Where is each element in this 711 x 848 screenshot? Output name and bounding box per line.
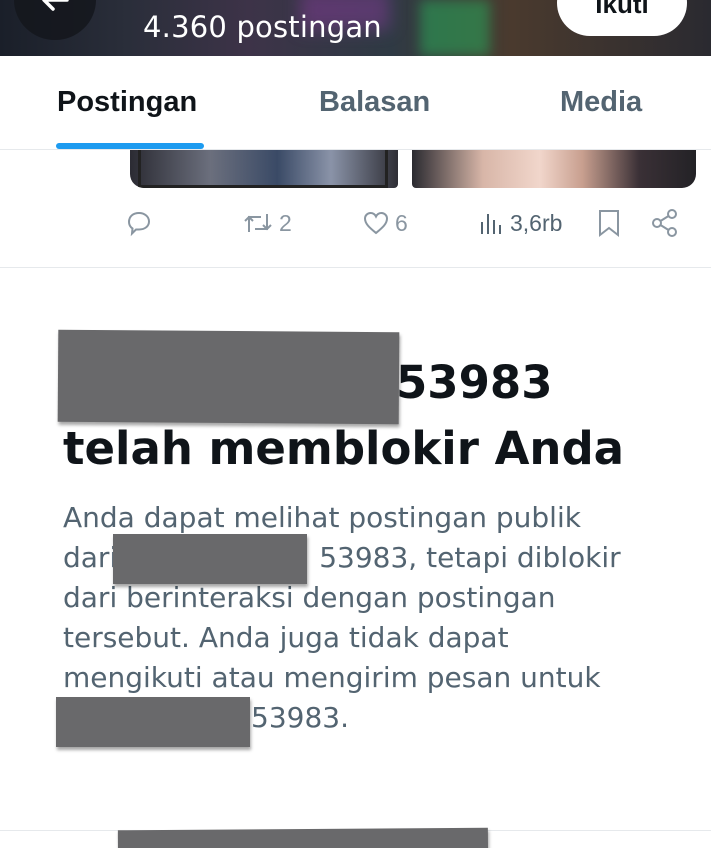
views-count: 3,6rb [510,209,563,236]
arrow-left-icon [42,0,69,11]
media-frame [138,150,388,188]
bookmark-icon [599,210,619,238]
back-button[interactable] [14,0,96,40]
post-count: 4.360 postingan [143,10,382,44]
tweet-media-image-left[interactable] [130,150,398,188]
retweet-icon [244,214,272,232]
redaction-box [56,697,250,747]
views-chart-icon [481,214,501,234]
desc-line-suffix: 53983. [251,701,349,734]
active-tab-indicator [56,143,204,149]
desc-line: Anda dapat melihat postingan publik [63,501,581,534]
redaction-box [57,329,400,425]
like-button[interactable]: 6 [361,208,408,238]
blocked-title-text: telah memblokir Anda [63,422,625,475]
bookmark-button[interactable] [596,208,622,238]
tab-posts[interactable]: Postingan [57,86,197,119]
tweet-media-image-right[interactable] [412,150,696,188]
retweet-button[interactable]: 2 [241,208,292,238]
share-icon [652,209,677,237]
heart-icon [363,211,389,235]
desc-line-prefix: dari [63,541,118,574]
desc-line-suffix: 53983, tetapi diblokir [319,541,621,574]
profile-tabs: Postingan Balasan Media [0,56,711,150]
desc-line: tersebut. Anda juga tidak dapat [63,621,509,654]
like-count: 6 [395,209,408,236]
retweet-count: 2 [279,209,292,236]
redaction-box [113,534,307,584]
tab-media[interactable]: Media [560,86,642,119]
follow-button[interactable]: Ikuti [557,0,687,36]
redaction-box [117,827,489,848]
views-button[interactable]: 3,6rb [478,208,562,238]
tab-replies[interactable]: Balasan [319,86,430,119]
desc-line: mengikuti atau mengirim pesan untuk [63,661,601,694]
divider [0,267,711,268]
tweet-action-bar: 2 6 3,6rb [0,200,711,250]
reply-button[interactable] [124,208,154,238]
reply-icon [127,211,151,237]
profile-header-banner: 4.360 postingan Ikuti [0,0,711,56]
banner-blur-green [420,0,490,56]
desc-line: dari berinteraksi dengan postingan [63,581,556,614]
share-button[interactable] [650,208,680,238]
